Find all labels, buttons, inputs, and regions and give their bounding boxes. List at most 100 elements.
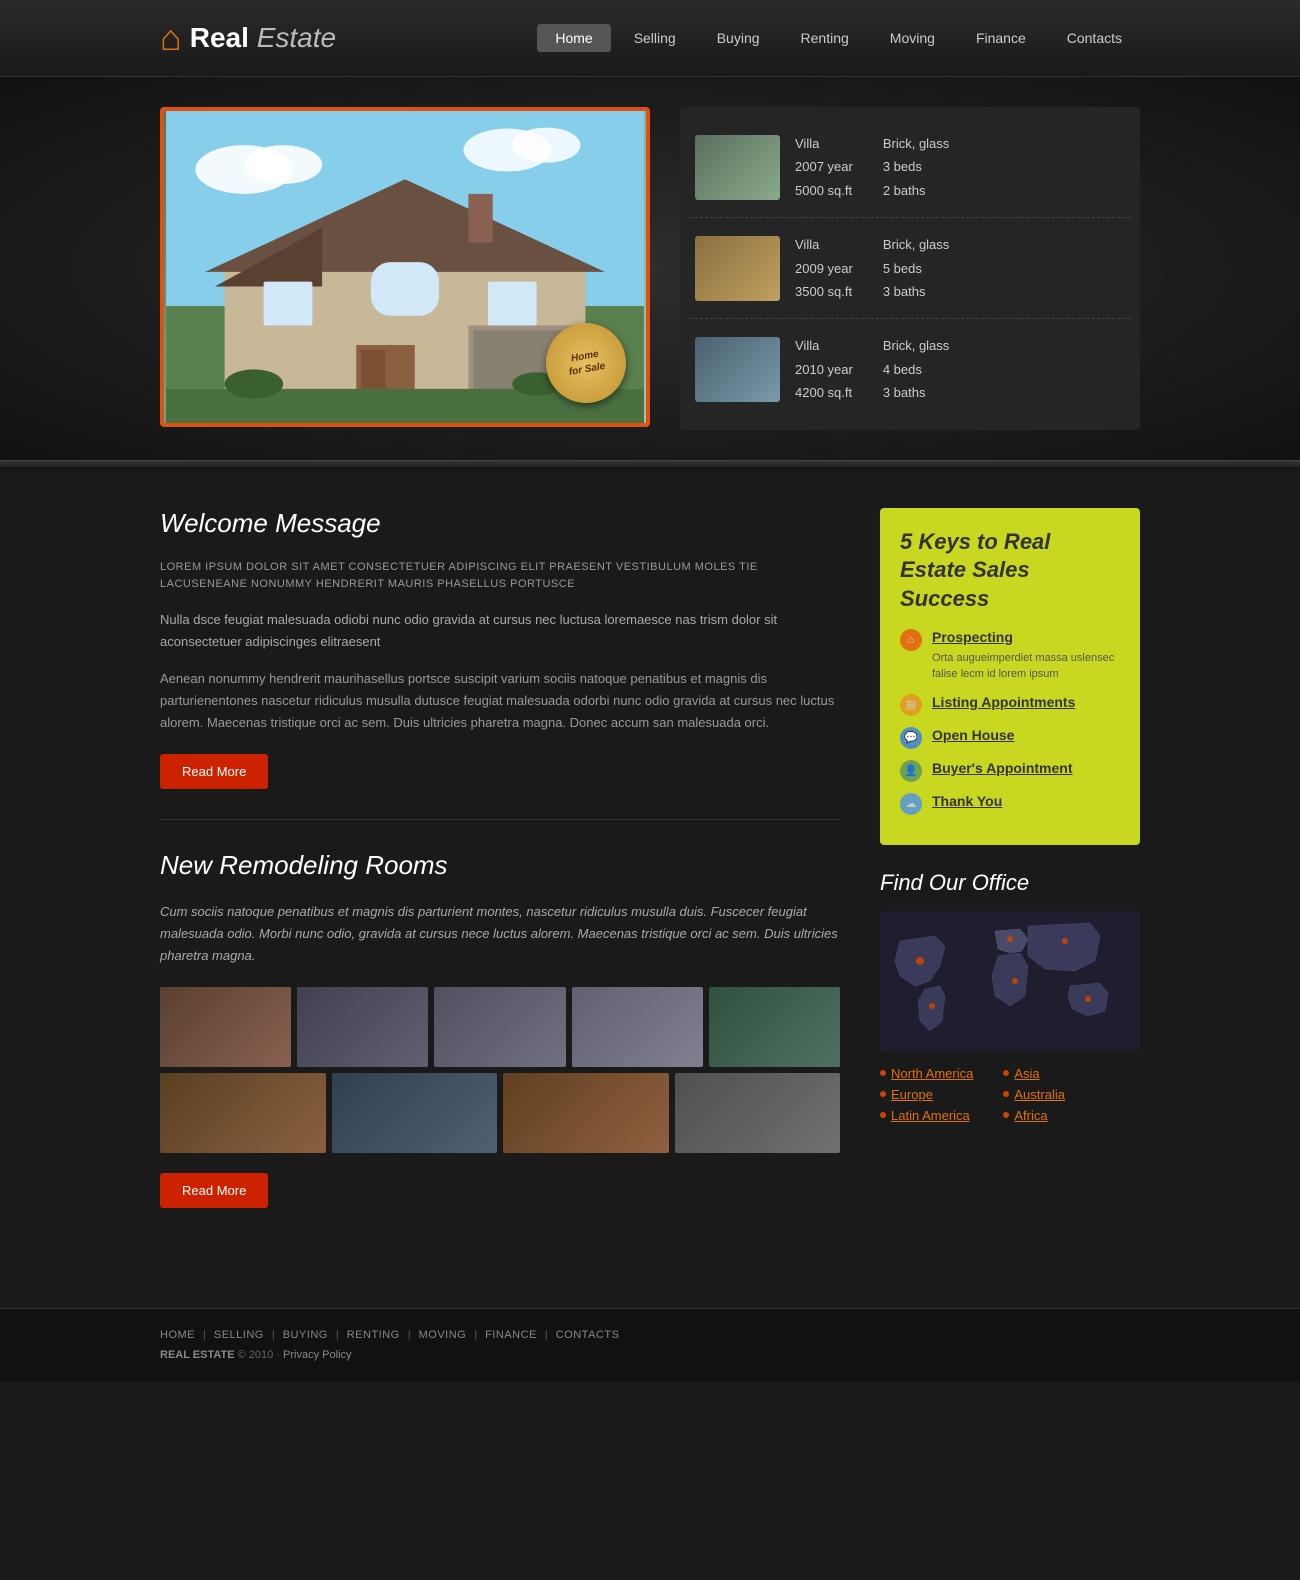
bullet-icon [880,1070,886,1076]
nav-buying[interactable]: Buying [699,24,778,52]
office-col-1: North America Europe Latin America [880,1066,973,1123]
office-africa-label: Africa [1014,1108,1047,1123]
bullet-icon [1003,1091,1009,1097]
listing-type: Villa [795,334,853,357]
listing-year: 2007 year [795,155,853,178]
office-africa[interactable]: Africa [1003,1108,1065,1123]
footer-link-contacts[interactable]: CONTACTS [556,1329,620,1341]
office-latin-america[interactable]: Latin America [880,1108,973,1123]
nav-home[interactable]: Home [537,24,610,52]
office-asia[interactable]: Asia [1003,1066,1065,1081]
nav-selling[interactable]: Selling [616,24,694,52]
listing-thumb-3 [695,337,780,402]
office-europe-label: Europe [891,1087,933,1102]
listing-material: Brick, glass [883,233,949,256]
footer-link-finance[interactable]: FINANCE [485,1329,537,1341]
office-europe[interactable]: Europe [880,1087,973,1102]
key-desc-prospecting: Orta augueimperdiet massa uslensec falis… [932,650,1120,683]
nav-renting[interactable]: Renting [783,24,867,52]
hero-main-image: Home for Sale [160,107,650,427]
listing-baths: 3 baths [883,381,949,404]
listing-row: Villa 2009 year 3500 sq.ft Brick, glass … [690,218,1130,319]
welcome-text-lower: Aenean nonummy hendrerit maurihasellus p… [160,668,840,734]
office-north-america[interactable]: North America [880,1066,973,1081]
welcome-text-upper: LOREM IPSUM DOLOR SIT AMET CONSECTETUER … [160,559,840,594]
listing-row: Villa 2010 year 4200 sq.ft Brick, glass … [690,319,1130,419]
listing-beds: 5 beds [883,257,949,280]
listing-material: Brick, glass [883,334,949,357]
nav-contacts[interactable]: Contacts [1049,24,1140,52]
gallery-thumb-5 [709,987,840,1067]
content-left: Welcome Message LOREM IPSUM DOLOR SIT AM… [160,508,840,1209]
world-map [880,911,1140,1051]
listing-info-3: Villa 2010 year 4200 sq.ft Brick, glass … [795,334,949,404]
key-label-listing[interactable]: Listing Appointments [932,693,1075,713]
listing-col2-3: Brick, glass 4 beds 3 baths [883,334,949,404]
listing-sqft: 4200 sq.ft [795,381,853,404]
gallery-thumb-2 [297,987,428,1067]
footer: HOME | SELLING | BUYING | RENTING | MOVI… [0,1308,1300,1381]
hero-section: Home for Sale Villa 2007 year 5000 sq.ft… [0,77,1300,460]
footer-privacy-link[interactable]: Privacy Policy [283,1349,351,1361]
gallery-thumb-3 [434,987,565,1067]
gallery-thumb-9 [675,1073,841,1153]
welcome-title: Welcome Message [160,508,840,539]
keys-title: 5 Keys to Real Estate Sales Success [900,528,1120,614]
footer-year: © 2010 [238,1349,274,1361]
welcome-read-more-button[interactable]: Read More [160,754,268,789]
listing-col2-2: Brick, glass 5 beds 3 baths [883,233,949,303]
key-item-thankyou: ☁ Thank You [900,792,1120,815]
listing-thumb-1 [695,135,780,200]
hero-listings: Villa 2007 year 5000 sq.ft Brick, glass … [680,107,1140,430]
office-north-america-label: North America [891,1066,973,1081]
listing-sqft: 3500 sq.ft [795,280,853,303]
footer-link-buying[interactable]: BUYING [283,1329,328,1341]
footer-link-moving[interactable]: MOVING [419,1329,467,1341]
folder-icon: ▤ [900,694,922,716]
gallery-thumb-1 [160,987,291,1067]
footer-link-selling[interactable]: SELLING [214,1329,264,1341]
gallery-thumb-6 [160,1073,326,1153]
footer-sep: | [408,1329,411,1341]
listing-row: Villa 2007 year 5000 sq.ft Brick, glass … [690,117,1130,218]
gallery-thumb-7 [332,1073,498,1153]
key-label-buyer[interactable]: Buyer's Appointment [932,759,1073,779]
footer-brand: REAL ESTATE [160,1349,235,1361]
listing-col1-3: Villa 2010 year 4200 sq.ft [795,334,853,404]
cloud-icon: ☁ [900,793,922,815]
content-right: 5 Keys to Real Estate Sales Success ⌂ Pr… [880,508,1140,1209]
section-divider [0,460,1300,468]
listing-thumb-2 [695,236,780,301]
keys-box: 5 Keys to Real Estate Sales Success ⌂ Pr… [880,508,1140,845]
content-divider [160,819,840,820]
nav-finance[interactable]: Finance [958,24,1044,52]
office-latin-america-label: Latin America [891,1108,970,1123]
footer-link-home[interactable]: HOME [160,1329,195,1341]
bullet-icon [880,1112,886,1118]
remodeling-title: New Remodeling Rooms [160,850,840,881]
key-label-thankyou[interactable]: Thank You [932,792,1002,812]
logo-text: Real Estate [190,22,336,54]
footer-sep: | [272,1329,275,1341]
office-australia-label: Australia [1014,1087,1065,1102]
key-label-openhouse[interactable]: Open House [932,726,1014,746]
listing-col1-2: Villa 2009 year 3500 sq.ft [795,233,853,303]
welcome-text-mid: Nulla dsce feugiat malesuada odiobi nunc… [160,609,840,653]
logo-icon: ⌂ [160,20,182,56]
listing-beds: 3 beds [883,155,949,178]
footer-link-renting[interactable]: RENTING [347,1329,400,1341]
listing-baths: 2 baths [883,179,949,202]
office-australia[interactable]: Australia [1003,1087,1065,1102]
listing-col2-1: Brick, glass 3 beds 2 baths [883,132,949,202]
listing-sqft: 5000 sq.ft [795,179,853,202]
listing-col1-1: Villa 2007 year 5000 sq.ft [795,132,853,202]
main-nav: Home Selling Buying Renting Moving Finan… [537,24,1140,52]
nav-moving[interactable]: Moving [872,24,953,52]
key-label-prospecting[interactable]: Prospecting [932,628,1120,648]
remodeling-read-more-button[interactable]: Read More [160,1173,268,1208]
key-item-openhouse: 💬 Open House [900,726,1120,749]
footer-copy: REAL ESTATE © 2010 · Privacy Policy [160,1349,1140,1361]
key-item-content: Prospecting Orta augueimperdiet massa us… [932,628,1120,683]
key-item-content: Buyer's Appointment [932,759,1073,779]
bullet-icon [1003,1070,1009,1076]
